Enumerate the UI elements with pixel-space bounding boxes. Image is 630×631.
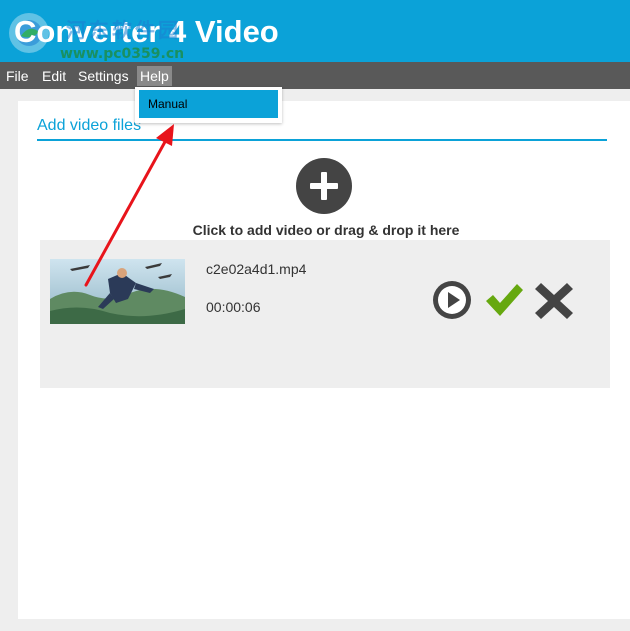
play-button[interactable] [433, 281, 471, 319]
section-title: Add video files [37, 117, 142, 134]
add-video-button[interactable] [296, 158, 352, 214]
video-file-name: c2e02a4d1.mp4 [206, 261, 307, 277]
menu-bar: File Edit Settings Help [0, 62, 630, 89]
help-dropdown: Manual [135, 87, 282, 123]
watermark-url: www.pc0359.cn [60, 46, 185, 62]
menu-item-manual[interactable]: Manual [139, 90, 278, 118]
video-list-item: c2e02a4d1.mp4 00:00:06 [40, 240, 610, 388]
x-icon [535, 283, 573, 319]
section-divider [37, 139, 607, 141]
title-bar: Converter 4 Video 河东软件园 www.pc0359.cn [0, 0, 630, 62]
confirm-button[interactable] [484, 280, 524, 320]
menu-help[interactable]: Help [137, 66, 172, 86]
watermark-text: 河东软件园 [66, 18, 181, 42]
menu-file[interactable]: File [3, 66, 32, 86]
video-duration: 00:00:06 [206, 299, 261, 315]
checkmark-icon [486, 284, 523, 316]
menu-settings[interactable]: Settings [75, 66, 132, 86]
main-panel: Add video files Click to add video or dr… [18, 101, 630, 619]
add-video-hint[interactable]: Click to add video or drag & drop it her… [18, 222, 630, 238]
video-thumbnail[interactable] [50, 259, 185, 324]
remove-button[interactable] [534, 281, 574, 321]
menu-edit[interactable]: Edit [39, 66, 69, 86]
